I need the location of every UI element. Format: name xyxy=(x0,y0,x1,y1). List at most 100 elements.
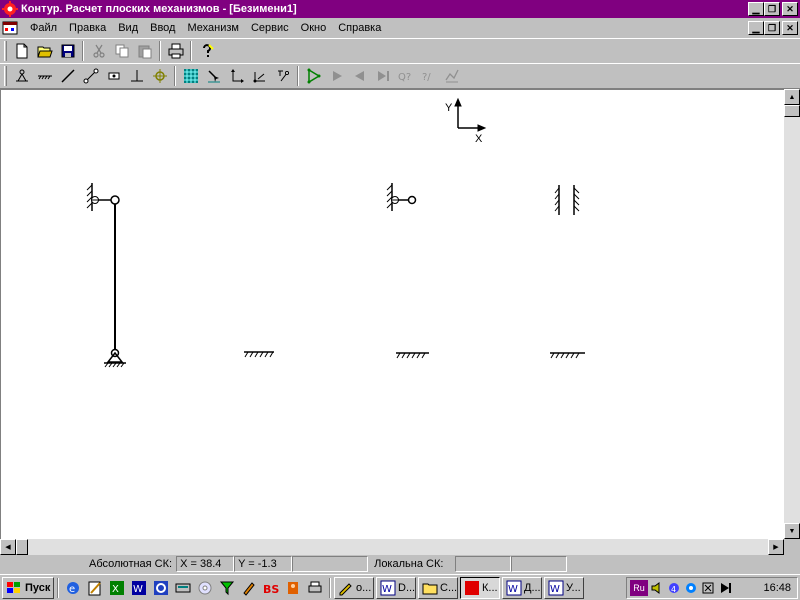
ql-funnel[interactable] xyxy=(216,577,238,599)
target-point-button[interactable] xyxy=(148,65,171,87)
task-s[interactable]: С... xyxy=(418,576,458,599)
bar-tool-button[interactable] xyxy=(56,65,79,87)
mechanism-1[interactable] xyxy=(86,183,126,368)
menu-view[interactable]: Вид xyxy=(112,22,144,34)
agent-icon[interactable] xyxy=(683,580,699,596)
step-forward-button[interactable] xyxy=(371,65,394,87)
toolbar-separator xyxy=(159,41,161,61)
menu-input[interactable]: Ввод xyxy=(144,22,181,34)
measure-button[interactable] xyxy=(271,65,294,87)
toolbar-grip[interactable] xyxy=(4,66,7,86)
horizontal-scroll-thumb[interactable] xyxy=(16,539,28,555)
window-controls: ▁ ❐ ✕ xyxy=(748,2,798,16)
close-button[interactable]: ✕ xyxy=(782,2,798,16)
task-label: К... xyxy=(482,581,498,594)
ql-desktop[interactable]: e xyxy=(62,577,84,599)
scroll-left-button[interactable]: ◀ xyxy=(0,539,16,555)
help-button[interactable] xyxy=(195,40,218,62)
kontur-icon xyxy=(465,580,479,595)
bar-tool-icon xyxy=(60,69,75,83)
menu-edit[interactable]: Правка xyxy=(63,22,112,34)
ql-excel[interactable]: X xyxy=(106,577,128,599)
task-d[interactable]: W D... xyxy=(376,576,416,599)
toolbar-grip[interactable] xyxy=(4,41,7,61)
doc-minimize-button[interactable]: ▁ xyxy=(748,21,764,35)
document-icon[interactable] xyxy=(2,20,18,36)
scroll-down-button[interactable]: ▼ xyxy=(784,523,800,539)
copy-button[interactable] xyxy=(110,40,133,62)
slider-tool-button[interactable] xyxy=(102,65,125,87)
menu-window[interactable]: Окно xyxy=(295,22,333,34)
media-icon[interactable] xyxy=(717,580,733,596)
ql-bs[interactable]: BS xyxy=(260,577,282,599)
menu-file[interactable]: Файл xyxy=(24,22,63,34)
arrow-down-icon: ▼ xyxy=(788,527,796,535)
scheduler-icon[interactable] xyxy=(700,580,716,596)
vertical-scrollbar[interactable]: ▲ ▼ xyxy=(784,89,800,539)
query-button[interactable]: Q? xyxy=(394,65,417,87)
task-o[interactable]: о... xyxy=(334,576,374,599)
start-label: Пуск xyxy=(25,581,51,594)
axes-icon xyxy=(230,69,244,83)
menu-help[interactable]: Справка xyxy=(332,22,387,34)
scroll-up-button[interactable]: ▲ xyxy=(784,89,800,105)
print-button[interactable] xyxy=(164,40,187,62)
drawing-canvas[interactable]: Y X xyxy=(0,89,784,539)
menu-service[interactable]: Сервис xyxy=(245,22,295,34)
perpendicular-tool-button[interactable] xyxy=(125,65,148,87)
ql-word[interactable]: W xyxy=(128,577,150,599)
ql-keyboard[interactable] xyxy=(172,577,194,599)
link-tool-button[interactable] xyxy=(10,65,33,87)
step-back-button[interactable] xyxy=(348,65,371,87)
user-icon xyxy=(288,581,298,594)
query-help-button[interactable]: ?/ xyxy=(417,65,440,87)
minimize-button[interactable]: ▁ xyxy=(748,2,764,16)
restore-button[interactable]: ❐ xyxy=(764,2,780,16)
play-button[interactable] xyxy=(325,65,348,87)
ground-support-2[interactable] xyxy=(244,351,274,358)
scroll-right-button[interactable]: ▶ xyxy=(768,539,784,555)
network-icon[interactable]: 4 xyxy=(666,580,682,596)
mechanism-drawing[interactable]: Y X xyxy=(1,90,784,539)
ground-support-3[interactable] xyxy=(396,352,429,359)
language-indicator[interactable]: Ru xyxy=(630,580,648,596)
task-k[interactable]: К... xyxy=(460,576,500,599)
kontur-app-icon[interactable] xyxy=(2,1,18,17)
grid-toggle-button[interactable] xyxy=(179,65,202,87)
menu-mechanism[interactable]: Механизм xyxy=(181,22,244,34)
doc-close-button[interactable]: ✕ xyxy=(782,21,798,35)
run-button[interactable] xyxy=(302,65,325,87)
mechanism-3[interactable] xyxy=(386,183,417,211)
svg-text:Q?: Q? xyxy=(398,72,411,83)
graph-button[interactable] xyxy=(440,65,463,87)
doc-restore-button[interactable]: ❐ xyxy=(764,21,780,35)
paste-button[interactable] xyxy=(133,40,156,62)
ground-tool-icon xyxy=(37,75,52,80)
local-axes-button[interactable] xyxy=(248,65,271,87)
ground-tool-button[interactable] xyxy=(33,65,56,87)
start-button[interactable]: Пуск xyxy=(2,576,54,599)
volume-icon[interactable] xyxy=(649,580,665,596)
ql-cd[interactable] xyxy=(194,577,216,599)
ql-user[interactable] xyxy=(282,577,304,599)
open-file-button[interactable] xyxy=(33,40,56,62)
two-joint-bar-button[interactable] xyxy=(79,65,102,87)
cut-button[interactable] xyxy=(87,40,110,62)
ground-support-4[interactable] xyxy=(550,352,585,359)
toolbar-separator xyxy=(174,66,176,86)
parallel-guides[interactable] xyxy=(554,185,580,215)
ql-notepad[interactable] xyxy=(84,577,106,599)
new-file-button[interactable] xyxy=(10,40,33,62)
horizontal-scrollbar[interactable]: ◀ ▶ xyxy=(0,539,784,555)
axes-indicator xyxy=(454,97,487,132)
task-d2[interactable]: W Д... xyxy=(502,576,542,599)
task-u[interactable]: W У... xyxy=(544,576,584,599)
ql-printer[interactable] xyxy=(304,577,326,599)
snap-button[interactable] xyxy=(202,65,225,87)
axes-button[interactable] xyxy=(225,65,248,87)
save-button[interactable] xyxy=(56,40,79,62)
ql-brush[interactable] xyxy=(238,577,260,599)
vertical-scroll-thumb[interactable] xyxy=(784,105,800,117)
ql-outlook[interactable] xyxy=(150,577,172,599)
brush-icon xyxy=(243,581,255,596)
